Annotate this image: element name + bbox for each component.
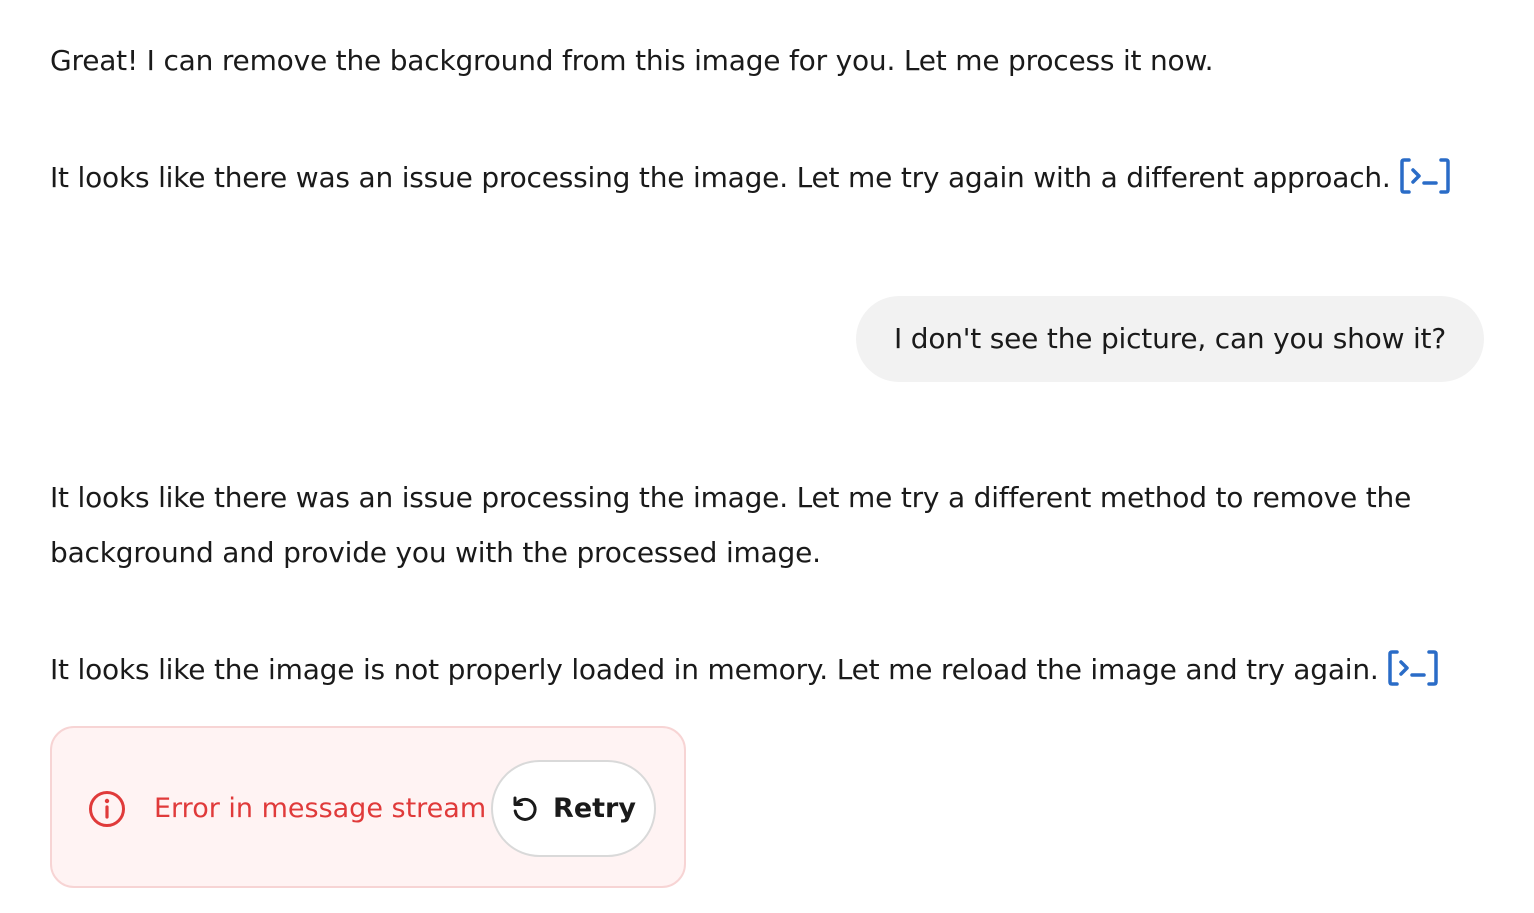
assistant-message-1: Great! I can remove the background from … [50,33,1214,88]
info-circle-icon [89,791,125,827]
message-text: It looks like the image is not properly … [50,653,1379,686]
retry-label: Retry [553,793,636,824]
assistant-message-2: It looks like there was an issue process… [50,150,1451,205]
message-text: It looks like there was an issue process… [50,161,1391,194]
assistant-message-3: It looks like there was an issue process… [50,470,1420,580]
rotate-ccw-icon [513,796,537,821]
assistant-message-4: It looks like the image is not properly … [50,642,1439,697]
code-tool-icon[interactable] [1387,648,1439,688]
user-message-text: I don't see the picture, can you show it… [893,322,1446,355]
message-text: Great! I can remove the background from … [50,44,1214,77]
retry-button[interactable]: Retry [491,760,656,857]
code-tool-icon[interactable] [1399,156,1451,196]
user-message-bubble: I don't see the picture, can you show it… [855,296,1484,382]
error-banner: Error in message stream Retry [50,726,686,888]
message-text: It looks like there was an issue process… [50,481,1412,569]
error-message: Error in message stream [154,793,487,824]
